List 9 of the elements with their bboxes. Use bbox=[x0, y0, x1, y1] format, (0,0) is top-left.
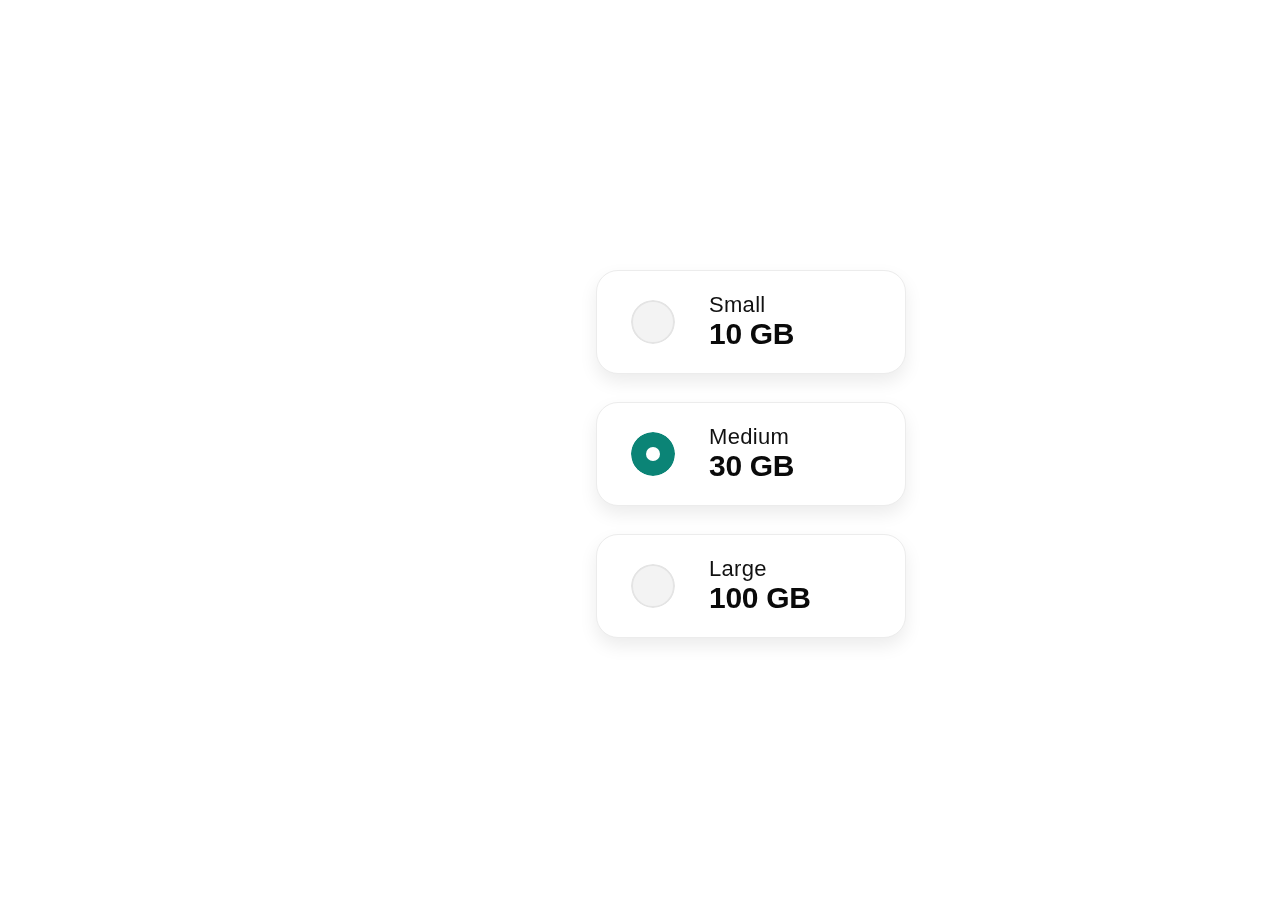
radio-button[interactable] bbox=[631, 564, 675, 608]
option-label: Medium bbox=[709, 424, 790, 450]
option-size: 100 GB bbox=[709, 581, 811, 616]
option-label: Large bbox=[709, 556, 767, 582]
radio-button[interactable] bbox=[631, 300, 675, 344]
option-label: Small bbox=[709, 292, 766, 318]
option-size: 30 GB bbox=[709, 449, 795, 484]
radio-button[interactable] bbox=[631, 432, 675, 476]
option-size: 10 GB bbox=[709, 317, 795, 352]
